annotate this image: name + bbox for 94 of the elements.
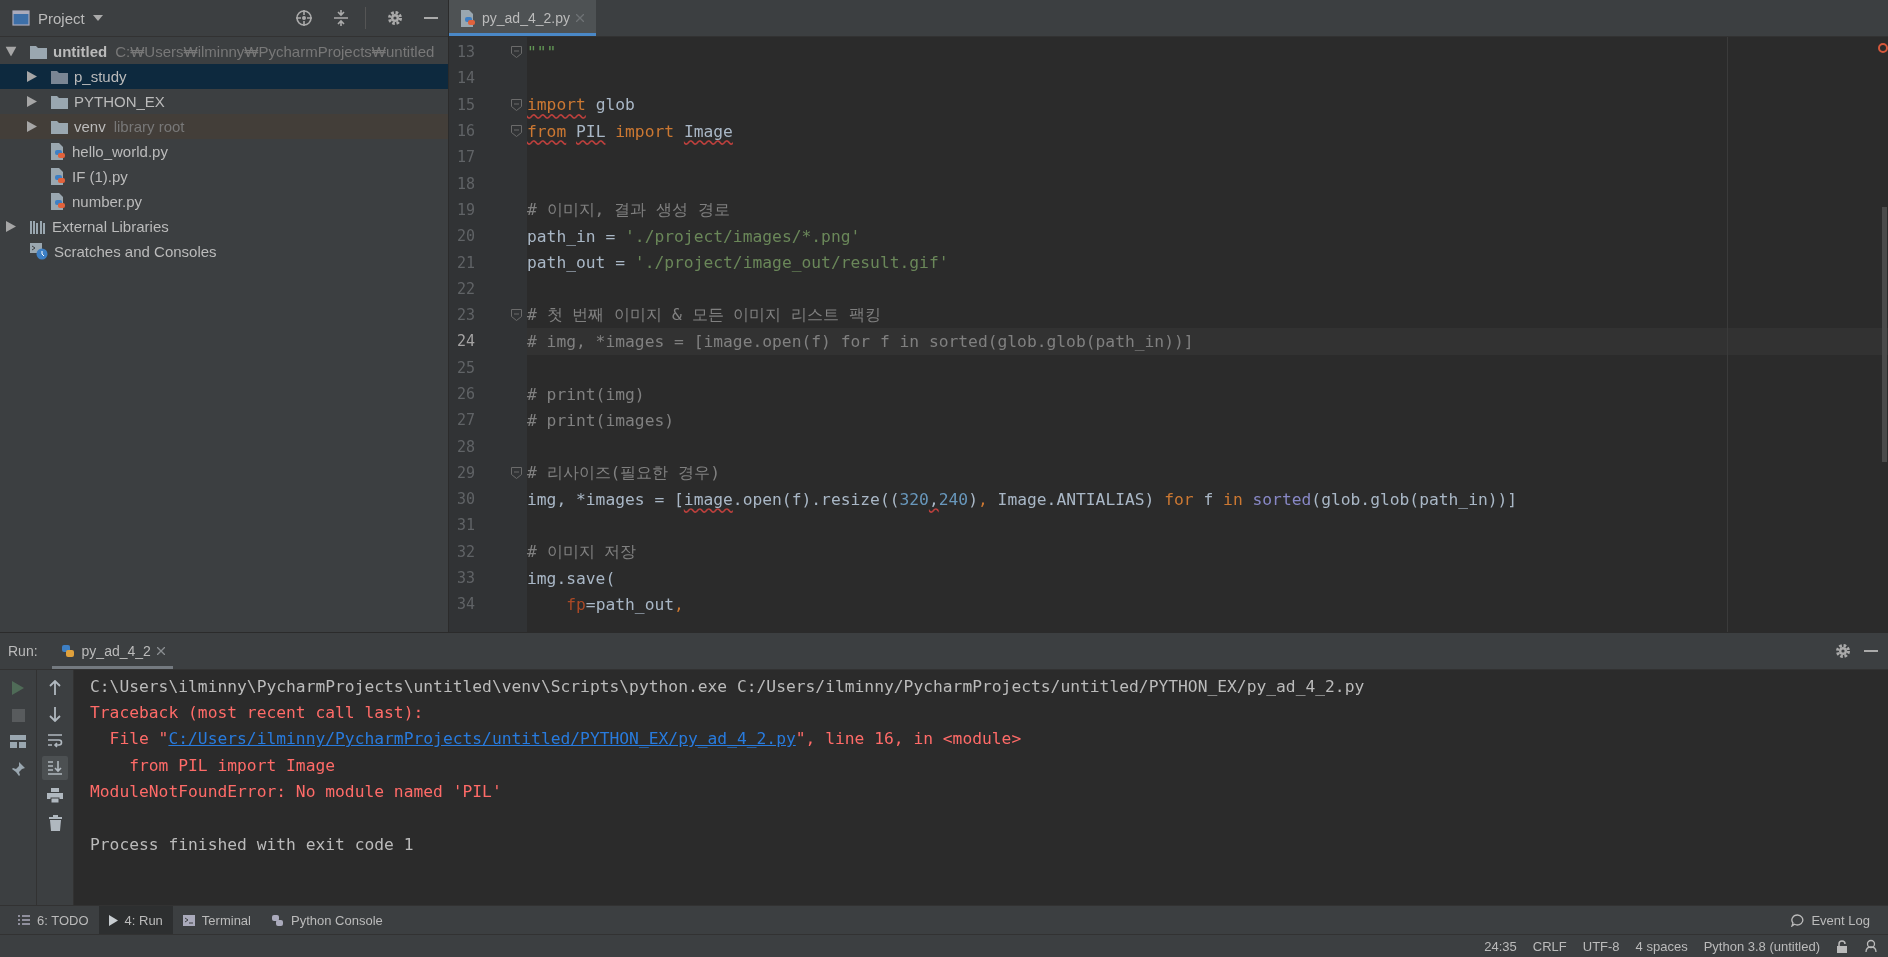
tree-item[interactable]: Scratches and Consoles <box>0 239 448 264</box>
status-item[interactable]: UTF-8 <box>1582 938 1620 954</box>
file-link[interactable]: C:/Users/ilminny/PycharmProjects/untitled/PYTHON_EX/py_ad_4_2.py <box>168 729 796 749</box>
status-item[interactable]: Python 3.8 (untitled) <box>1703 938 1820 954</box>
scrollbar-thumb[interactable] <box>1882 207 1887 462</box>
tree-item[interactable]: untitled C:₩Users₩ilminny₩PycharmProjects₩untitled <box>0 39 448 64</box>
code-line: import glob <box>527 95 635 115</box>
minimize-icon[interactable] <box>424 16 438 20</box>
python-icon <box>59 642 76 659</box>
code-line: # 이미지, 결과 생성 경로 <box>527 198 730 221</box>
up-arrow-icon[interactable] <box>49 679 61 695</box>
tree-item[interactable]: hello_world.py <box>0 139 448 164</box>
code-line: """ <box>527 42 557 62</box>
line-number: 24 <box>455 332 475 351</box>
code-line: img.save( <box>527 568 616 588</box>
inspector-icon[interactable] <box>1864 939 1878 954</box>
code-line: path_in = './project/images/*.png' <box>527 226 861 246</box>
expand-arrow-icon[interactable] <box>5 46 17 57</box>
event-log-button[interactable]: Event Log <box>1781 906 1880 935</box>
expand-arrow-icon[interactable] <box>27 121 37 132</box>
folder-icon <box>51 119 68 134</box>
editor-tab[interactable]: py_ad_4_2.py <box>449 0 596 36</box>
status-item[interactable]: CRLF <box>1532 938 1567 954</box>
terminal-icon <box>182 914 195 926</box>
speech-bubble-icon <box>1791 913 1805 927</box>
list-icon <box>18 915 30 926</box>
console-text: Process finished with exit code 1 <box>90 835 414 854</box>
expand-arrow-icon[interactable] <box>27 71 37 82</box>
layout-icon[interactable] <box>10 734 26 748</box>
close-icon[interactable] <box>156 646 165 655</box>
error-text: ", line 16, in <module> <box>795 729 1022 749</box>
tool-window-tab[interactable]: Terminal <box>172 906 261 935</box>
code-line: # 이미지 저장 <box>527 540 637 563</box>
tree-item[interactable]: p_study <box>0 64 448 89</box>
soft-wrap-icon[interactable] <box>47 733 63 748</box>
tree-item[interactable]: PYTHON_EX <box>0 89 448 114</box>
tool-window-tab[interactable]: 6: TODO <box>8 906 99 935</box>
folder-icon <box>30 44 47 59</box>
code-line: path_out = './project/image_out/result.gif' <box>527 253 949 272</box>
code-line: # print(images) <box>527 410 675 430</box>
fold-marker-icon[interactable] <box>511 46 522 58</box>
expand-arrow-icon[interactable] <box>6 221 16 232</box>
dropdown-icon[interactable] <box>92 15 103 21</box>
pin-icon[interactable] <box>10 760 26 777</box>
fold-marker-icon[interactable] <box>511 308 522 321</box>
code-line: fp=path_out, <box>565 594 684 614</box>
fold-marker-icon[interactable] <box>511 98 522 111</box>
python-file-icon <box>461 9 476 27</box>
code-line: # print(img) <box>527 384 645 404</box>
code-line: # 첫 번째 이미지 & 모든 이미지 리스트 팩킹 <box>527 304 882 327</box>
python-icon <box>271 913 284 927</box>
tree-item[interactable]: number.py <box>0 189 448 214</box>
error-text: ModuleNotFoundError: No module named 'PIL' <box>90 782 502 802</box>
locate-icon[interactable] <box>295 9 313 27</box>
error-text: File " <box>108 729 169 749</box>
lock-icon[interactable] <box>1836 939 1848 953</box>
python-file-icon <box>51 143 66 160</box>
error-icon[interactable] <box>1878 43 1888 53</box>
tree-item[interactable]: venv library root <box>0 114 448 139</box>
tool-window-tab[interactable]: 4: Run <box>98 906 173 935</box>
scratches-icon <box>30 243 48 260</box>
scroll-down-icon <box>47 760 63 776</box>
tool-window-tab[interactable]: Python Console <box>261 906 393 935</box>
down-arrow-icon[interactable] <box>49 706 61 722</box>
python-file-icon <box>51 193 66 210</box>
scroll-to-end-button[interactable] <box>42 755 68 780</box>
run-tab[interactable]: py_ad_4_2 <box>51 632 173 669</box>
folder-icon <box>51 94 68 109</box>
panel-title[interactable]: Project <box>38 9 85 27</box>
tree-item[interactable]: IF (1).py <box>0 164 448 189</box>
error-text: Traceback (most recent call last): <box>90 703 424 723</box>
print-icon[interactable] <box>47 787 63 803</box>
code-line: from PIL import Image <box>527 121 733 141</box>
code-line: img, *images = [image.open(f).resize((320,240), Image.ANTIALIAS) for f in sorted(glob.glob(path_in))] <box>527 489 1518 509</box>
tree-item[interactable]: External Libraries <box>0 214 448 239</box>
code-line: # img, *images = [image.open(f) for f in sorted(glob.glob(path_in))] <box>527 331 1194 351</box>
python-file-icon <box>51 168 66 185</box>
settings-icon[interactable] <box>386 9 404 27</box>
error-text: from PIL import Image <box>128 755 336 775</box>
trash-icon[interactable] <box>48 814 62 831</box>
status-item[interactable]: 4 spaces <box>1635 938 1688 954</box>
code-line: # 리사이즈(필요한 경우) <box>527 461 720 484</box>
console-text: C:\Users\ilminny\PycharmProjects\untitled\venv\Scripts\python.exe C:/Users/ilminny/PycharmProjects/untitled/PYTHON_EX/py_ad_4_2.py <box>90 676 1365 696</box>
status-item[interactable]: 24:35 <box>1484 938 1517 954</box>
folder-icon <box>51 69 68 84</box>
fold-marker-icon[interactable] <box>511 466 522 479</box>
expand-arrow-icon[interactable] <box>27 96 37 107</box>
panel-label: Run: <box>8 642 38 659</box>
collapse-icon[interactable] <box>333 9 349 27</box>
window-icon <box>12 10 30 26</box>
library-icon <box>30 219 46 234</box>
run-icon <box>108 914 118 926</box>
settings-icon[interactable] <box>1834 641 1852 660</box>
fold-marker-icon[interactable] <box>511 124 522 137</box>
